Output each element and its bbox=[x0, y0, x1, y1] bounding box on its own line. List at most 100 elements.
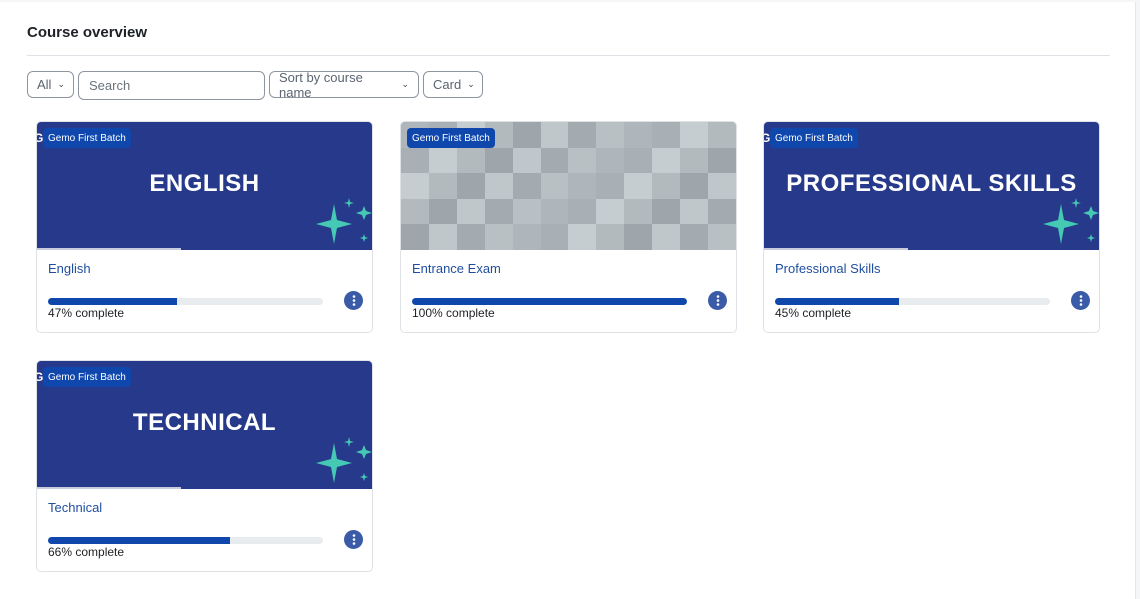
mosaic-tile bbox=[428, 198, 457, 225]
mosaic-tile bbox=[540, 173, 569, 199]
mosaic-tile bbox=[428, 173, 457, 199]
mosaic-tile bbox=[540, 147, 569, 174]
mosaic-tile bbox=[652, 122, 681, 148]
mosaic-tile bbox=[708, 173, 736, 199]
grouping-label: All bbox=[37, 77, 52, 92]
mosaic-tile bbox=[484, 224, 513, 250]
mosaic-tile bbox=[456, 224, 485, 250]
mosaic-tile bbox=[568, 224, 597, 250]
progress-fill bbox=[48, 537, 230, 544]
mosaic-tile bbox=[456, 147, 485, 174]
mosaic-tile bbox=[401, 147, 429, 174]
mosaic-tile bbox=[652, 224, 681, 250]
mosaic-tile bbox=[512, 173, 541, 199]
course-card-technical[interactable]: TECHNICAL G Gemo First Batch Technical 6… bbox=[36, 360, 373, 572]
kebab-menu-icon bbox=[1079, 295, 1082, 306]
mosaic-tile bbox=[596, 173, 625, 199]
course-menu-button[interactable] bbox=[344, 530, 363, 549]
banner-line bbox=[37, 487, 181, 489]
kebab-menu-icon bbox=[352, 534, 355, 545]
sort-dropdown[interactable]: Sort by course name ⌄ bbox=[269, 69, 419, 100]
course-menu-button[interactable] bbox=[344, 291, 363, 310]
banner-line bbox=[764, 248, 908, 250]
mosaic-tile bbox=[596, 147, 625, 174]
progress-text: 47% complete bbox=[48, 306, 125, 320]
course-card-entrance-exam[interactable]: Gemo First Batch Entrance Exam 100% comp… bbox=[400, 121, 737, 333]
mosaic-tile bbox=[652, 198, 681, 225]
mosaic-tile bbox=[624, 198, 653, 225]
sparkle-icon bbox=[1043, 198, 1099, 244]
progress-bar bbox=[412, 298, 687, 305]
category-badge: Gemo First Batch bbox=[43, 367, 131, 387]
course-overview-panel: Course overview All ⌄ Sort by course nam… bbox=[0, 2, 1136, 599]
banner-line bbox=[37, 248, 181, 250]
mosaic-tile bbox=[512, 198, 541, 225]
page-title: Course overview bbox=[27, 24, 148, 41]
mosaic-tile bbox=[708, 122, 736, 148]
mosaic-tile bbox=[624, 147, 653, 174]
mosaic-tile bbox=[401, 173, 429, 199]
mosaic-tile bbox=[540, 198, 569, 225]
progress-fill bbox=[48, 298, 178, 305]
mosaic-tile bbox=[401, 198, 429, 225]
mosaic-tile bbox=[401, 224, 429, 250]
mosaic-tile bbox=[680, 224, 709, 250]
kebab-menu-icon bbox=[716, 295, 719, 306]
progress-bar bbox=[48, 537, 323, 544]
mosaic-tile bbox=[680, 198, 709, 225]
category-badge: Gemo First Batch bbox=[43, 128, 131, 148]
mosaic-tile bbox=[680, 147, 709, 174]
mosaic-tile bbox=[512, 224, 541, 250]
search-input[interactable] bbox=[78, 71, 265, 100]
mosaic-tile bbox=[596, 198, 625, 225]
mosaic-tile bbox=[568, 122, 597, 148]
divider bbox=[27, 55, 1110, 56]
chevron-down-icon: ⌄ bbox=[401, 79, 409, 89]
progress-bar bbox=[775, 298, 1050, 305]
mosaic-tile bbox=[456, 173, 485, 199]
progress-text: 66% complete bbox=[48, 545, 125, 559]
mosaic-tile bbox=[484, 173, 513, 199]
mosaic-tile bbox=[540, 224, 569, 250]
mosaic-tile bbox=[512, 122, 541, 148]
sort-label: Sort by course name bbox=[279, 69, 363, 100]
banner-text: TECHNICAL bbox=[132, 409, 277, 436]
mosaic-tile bbox=[484, 198, 513, 225]
category-badge: Gemo First Batch bbox=[770, 128, 858, 148]
banner-text: PROFESSIONAL SKILLS bbox=[786, 170, 1077, 197]
mosaic-tile bbox=[624, 122, 653, 148]
mosaic-tile bbox=[596, 122, 625, 148]
progress-text: 100% complete bbox=[412, 306, 495, 320]
mosaic-tile bbox=[484, 147, 513, 174]
category-badge: Gemo First Batch bbox=[407, 128, 495, 148]
course-name-link[interactable]: English bbox=[48, 261, 91, 276]
progress-fill bbox=[412, 298, 687, 305]
view-label: Card bbox=[433, 77, 462, 92]
sparkle-icon bbox=[316, 437, 372, 483]
mosaic-tile bbox=[624, 224, 653, 250]
course-card-professional-skills[interactable]: PROFESSIONAL SKILLS G Gemo First Batch P… bbox=[763, 121, 1100, 333]
course-name-link[interactable]: Professional Skills bbox=[775, 261, 881, 276]
mosaic-tile bbox=[680, 173, 709, 199]
mosaic-tile bbox=[652, 147, 681, 174]
mosaic-tile bbox=[428, 224, 457, 250]
mosaic-tile bbox=[708, 147, 736, 174]
mosaic-tile bbox=[652, 173, 681, 199]
view-dropdown[interactable]: Card ⌄ bbox=[423, 71, 483, 98]
course-name-link[interactable]: Technical bbox=[48, 500, 102, 515]
mosaic-tile bbox=[708, 198, 736, 225]
mosaic-tile bbox=[512, 147, 541, 174]
mosaic-tile bbox=[568, 173, 597, 199]
grouping-dropdown[interactable]: All ⌄ bbox=[27, 71, 74, 98]
banner-text: ENGLISH bbox=[149, 170, 260, 197]
course-menu-button[interactable] bbox=[708, 291, 727, 310]
course-card-english[interactable]: ENGLISH G Gemo First Batch English 47% c… bbox=[36, 121, 373, 333]
mosaic-tile bbox=[680, 122, 709, 148]
course-menu-button[interactable] bbox=[1071, 291, 1090, 310]
chevron-down-icon: ⌄ bbox=[57, 79, 65, 89]
mosaic-tile bbox=[596, 224, 625, 250]
course-name-link[interactable]: Entrance Exam bbox=[412, 261, 501, 276]
progress-bar bbox=[48, 298, 323, 305]
sparkle-icon bbox=[316, 198, 372, 244]
chevron-down-icon: ⌄ bbox=[467, 79, 475, 89]
